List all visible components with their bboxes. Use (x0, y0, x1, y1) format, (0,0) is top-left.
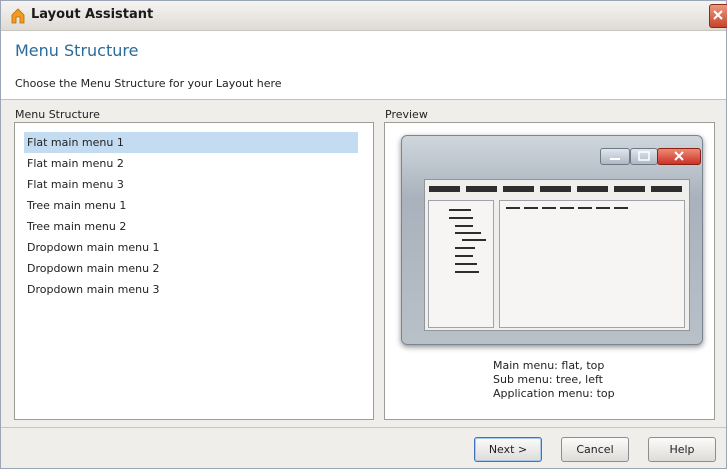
close-icon (713, 10, 723, 20)
layout-assistant-dialog: Layout Assistant Menu Structure Choose t… (0, 0, 727, 469)
list-item[interactable]: Tree main menu 2 (24, 216, 358, 237)
list-item[interactable]: Dropdown main menu 3 (24, 279, 358, 300)
preview-client-area (424, 179, 690, 331)
list-item[interactable]: Flat main menu 3 (24, 174, 358, 195)
preview-window-illustration (401, 135, 703, 345)
window-title: Layout Assistant (31, 7, 154, 22)
preview-main-menu-text: Main menu: flat, top (493, 359, 605, 372)
close-icon (657, 148, 701, 165)
preview-label: Preview (385, 108, 428, 121)
page-title: Menu Structure (15, 41, 139, 60)
close-button[interactable] (709, 4, 727, 28)
list-item[interactable]: Tree main menu 1 (24, 195, 358, 216)
maximize-icon (630, 148, 658, 165)
list-item[interactable]: Dropdown main menu 2 (24, 258, 358, 279)
assistant-app-icon (11, 8, 25, 24)
menu-structure-list[interactable]: Flat main menu 1 Flat main menu 2 Flat m… (14, 122, 374, 420)
preview-description: Main menu: flat, top Sub menu: tree, lef… (493, 359, 615, 401)
preview-panel: Main menu: flat, top Sub menu: tree, lef… (384, 122, 715, 420)
preview-content-area (499, 200, 685, 328)
preview-tree-submenu (428, 200, 494, 328)
list-item[interactable]: Flat main menu 2 (24, 153, 358, 174)
help-button[interactable]: Help (648, 437, 716, 462)
preview-sub-menu-text: Sub menu: tree, left (493, 373, 603, 386)
cancel-button[interactable]: Cancel (561, 437, 629, 462)
list-item[interactable]: Flat main menu 1 (24, 132, 358, 153)
wizard-header: Menu Structure Choose the Menu Structure… (1, 31, 726, 100)
next-button[interactable]: Next > (474, 437, 542, 462)
minimize-icon (600, 148, 630, 165)
preview-application-menu-text: Application menu: top (493, 387, 615, 400)
page-subtitle: Choose the Menu Structure for your Layou… (15, 77, 282, 90)
title-bar[interactable]: Layout Assistant (1, 1, 727, 31)
list-item[interactable]: Dropdown main menu 1 (24, 237, 358, 258)
footer-divider (1, 427, 726, 428)
preview-main-menu-bar (426, 183, 686, 195)
menu-structure-label: Menu Structure (15, 108, 100, 121)
